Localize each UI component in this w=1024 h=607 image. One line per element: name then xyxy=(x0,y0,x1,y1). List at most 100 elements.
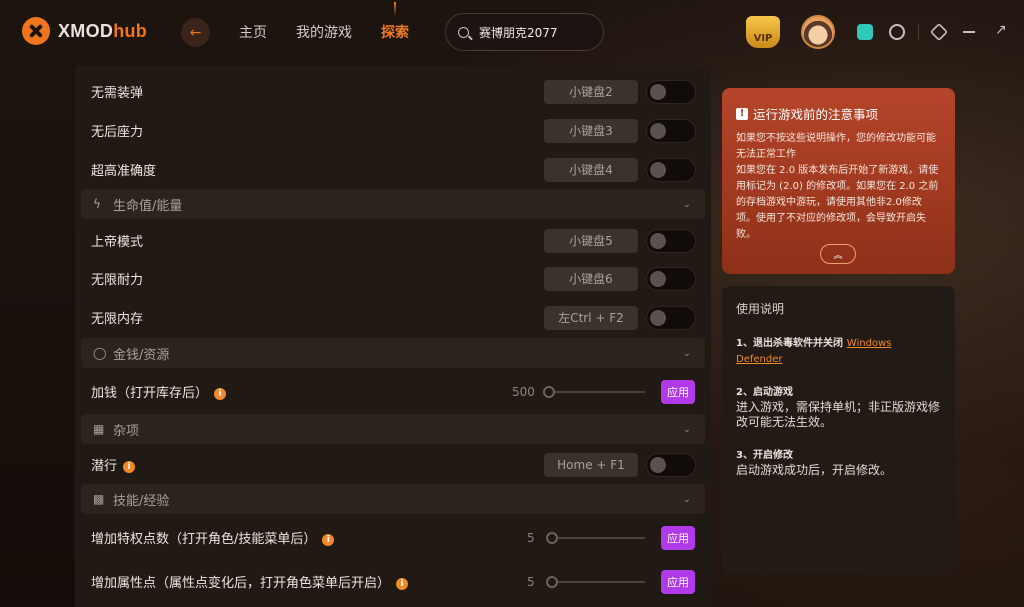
mod-toggle[interactable] xyxy=(646,118,696,143)
back-button[interactable]: ← xyxy=(181,18,210,47)
mod-label: 无需装弹 xyxy=(91,86,144,101)
mod-row: 上帝模式 小键盘5 xyxy=(75,221,711,260)
close-icon[interactable]: ↗ xyxy=(995,22,1011,38)
section-title: 杂项 xyxy=(113,423,140,439)
mod-row: 无限耐力 小键盘6 xyxy=(75,259,711,298)
guide-step-1: 1、退出杀毒软件并关闭 Windows Defender xyxy=(736,335,941,367)
info-icon[interactable]: i xyxy=(214,387,227,400)
section-title: 生命值/能量 xyxy=(113,198,183,214)
guide-panel: 使用说明 1、退出杀毒软件并关闭 Windows Defender 2、启动游戏… xyxy=(722,286,955,574)
slider-handle[interactable] xyxy=(546,532,558,544)
slider-track[interactable] xyxy=(552,581,645,583)
mod-label: 加钱（打开库存后） i xyxy=(91,382,227,401)
vip-badge[interactable]: VIP xyxy=(746,16,780,48)
mod-toggle[interactable] xyxy=(646,79,696,104)
mod-label-text: 增加属性点（属性点变化后，打开角色菜单后开启） xyxy=(91,576,391,591)
mod-label-text: 潜行 xyxy=(91,459,118,474)
grid-icon: ▦ xyxy=(93,422,105,436)
mod-label: 潜行 i xyxy=(91,455,136,474)
slider-value: 5 xyxy=(527,530,535,545)
search-icon xyxy=(458,26,469,38)
guide-step-3: 3、开启修改 启动游戏成功后，开启修改。 xyxy=(736,448,941,478)
mod-row: 无后座力 小键盘3 xyxy=(75,111,711,150)
mod-row: 增加属性点（属性点变化后，打开角色菜单后开启） i 5 应用 xyxy=(75,562,711,601)
settings-icon[interactable] xyxy=(929,22,949,42)
section-skills[interactable]: ▩ 技能/经验 ⌄ xyxy=(81,484,705,514)
warning-icon: ! xyxy=(736,107,748,120)
step-description: 进入游戏，需保持单机；非正版游戏修改可能无法生效。 xyxy=(736,400,941,429)
logo-text: XMODhub xyxy=(58,21,147,42)
section-health[interactable]: ϟ 生命值/能量 ⌄ xyxy=(81,189,705,219)
hotkey-button[interactable]: Home + F1 xyxy=(544,452,638,477)
mod-toggle[interactable] xyxy=(646,157,696,182)
mod-label: 上帝模式 xyxy=(91,235,144,250)
step-title: 3、开启修改 xyxy=(736,450,793,461)
mod-toggle[interactable] xyxy=(646,452,696,477)
apply-button[interactable]: 应用 xyxy=(661,569,695,594)
info-icon[interactable]: i xyxy=(322,533,335,546)
slider-handle[interactable] xyxy=(546,576,558,588)
logo-text-accent: hub xyxy=(113,20,148,41)
mod-label: 无后座力 xyxy=(91,125,144,140)
collapse-button[interactable]: ︽ xyxy=(820,244,856,264)
hotkey-button[interactable]: 小键盘6 xyxy=(544,266,638,291)
app-icon[interactable] xyxy=(857,24,873,40)
nav-explore[interactable]: 探索 xyxy=(381,22,409,42)
mod-label: 无限内存 xyxy=(91,312,144,327)
mod-row: 无限内存 左Ctrl + F2 xyxy=(75,298,711,337)
mod-toggle[interactable] xyxy=(646,305,696,330)
step-description: 启动游戏成功后，开启修改。 xyxy=(736,463,893,477)
section-title: 技能/经验 xyxy=(113,493,170,509)
apply-button[interactable]: 应用 xyxy=(661,379,695,404)
logo-text-main: XMOD xyxy=(58,20,114,41)
mod-label: 无限耐力 xyxy=(91,273,144,288)
nav-home[interactable]: 主页 xyxy=(239,22,267,42)
hotkey-button[interactable]: 小键盘3 xyxy=(544,118,638,143)
mod-row: 超高准确度 小键盘4 xyxy=(75,150,711,189)
avatar[interactable] xyxy=(801,15,835,49)
chevron-down-icon: ⌄ xyxy=(682,493,691,505)
slider-track[interactable] xyxy=(549,391,645,393)
notice-body: 如果您不按这些说明操作，您的修改功能可能无法正常工作 如果您在 2.0 版本发布… xyxy=(736,133,939,240)
divider xyxy=(918,24,919,40)
chevron-down-icon: ⌄ xyxy=(682,347,691,359)
chevron-down-icon: ⌄ xyxy=(682,198,691,210)
slider-handle[interactable] xyxy=(543,386,555,398)
search-input[interactable] xyxy=(479,25,599,39)
mod-toggle[interactable] xyxy=(646,266,696,291)
mod-label-text: 增加特权点数（打开角色/技能菜单后） xyxy=(91,532,317,547)
money-bag-icon: ◯ xyxy=(93,346,107,360)
arrow-left-icon: ← xyxy=(189,24,202,41)
app-logo[interactable]: XMODhub xyxy=(22,17,147,45)
mod-list-panel: 无需装弹 小键盘2 无后座力 小键盘3 超高准确度 小键盘4 ϟ 生命值/能量 … xyxy=(75,66,711,607)
lightning-icon: ϟ xyxy=(93,197,101,211)
hotkey-button[interactable]: 左Ctrl + F2 xyxy=(544,305,638,330)
slider-value: 500 xyxy=(512,384,535,399)
slider-track[interactable] xyxy=(552,537,645,539)
notice-panel: ! 运行游戏前的注意事项 如果您不按这些说明操作，您的修改功能可能无法正常工作 … xyxy=(722,88,955,274)
guide-step-2: 2、启动游戏 进入游戏，需保持单机；非正版游戏修改可能无法生效。 xyxy=(736,385,941,430)
mod-toggle[interactable] xyxy=(646,228,696,253)
search-box[interactable] xyxy=(445,13,604,51)
logo-icon xyxy=(22,17,50,45)
apply-button[interactable]: 应用 xyxy=(661,525,695,550)
slider-value: 5 xyxy=(527,574,535,589)
mod-label: 增加特权点数（打开角色/技能菜单后） i xyxy=(91,528,335,547)
hotkey-button[interactable]: 小键盘4 xyxy=(544,157,638,182)
mod-label-text: 加钱（打开库存后） xyxy=(91,386,209,401)
hotkey-button[interactable]: 小键盘2 xyxy=(544,79,638,104)
info-icon[interactable]: i xyxy=(123,460,136,473)
section-misc[interactable]: ▦ 杂项 ⌄ xyxy=(81,414,705,444)
hotkey-button[interactable]: 小键盘5 xyxy=(544,228,638,253)
notice-title: ! 运行游戏前的注意事项 xyxy=(736,104,941,123)
notice-title-text: 运行游戏前的注意事项 xyxy=(753,107,879,122)
notification-icon[interactable] xyxy=(889,24,905,40)
minimize-icon[interactable] xyxy=(963,31,975,33)
bar-chart-icon: ▩ xyxy=(93,492,105,506)
mod-row: 无需装弹 小键盘2 xyxy=(75,72,711,111)
step-title: 1、退出杀毒软件并关闭 xyxy=(736,338,843,349)
info-icon[interactable]: i xyxy=(396,577,409,590)
section-money[interactable]: ◯ 金钱/资源 ⌄ xyxy=(81,338,705,368)
nav-my-games[interactable]: 我的游戏 xyxy=(296,22,352,42)
chevron-down-icon: ⌄ xyxy=(682,423,691,435)
